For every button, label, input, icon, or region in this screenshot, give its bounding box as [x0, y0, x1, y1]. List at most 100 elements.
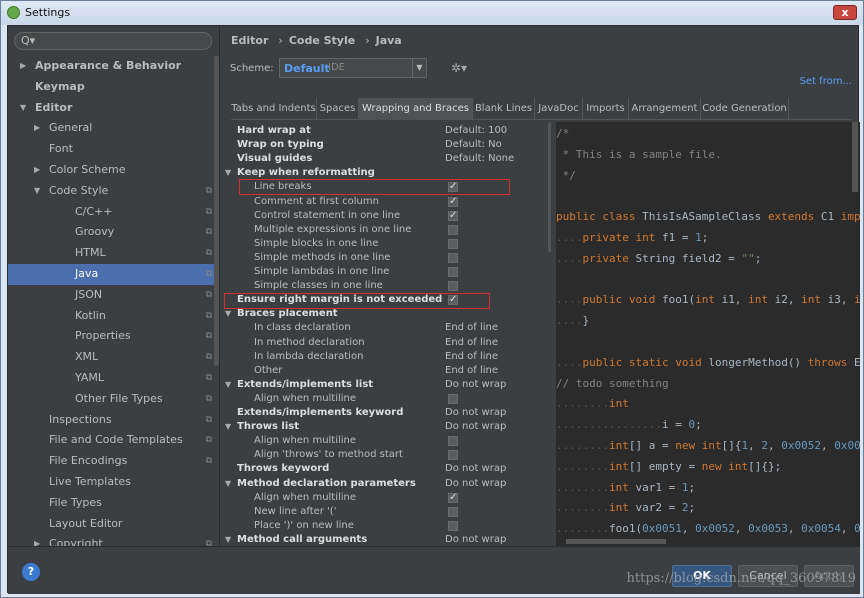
option-row[interactable]: ▼ Method declaration parameters Do not wra… [221, 477, 551, 491]
option-checkbox[interactable] [448, 393, 458, 404]
sidebar-scrollbar[interactable] [214, 56, 219, 366]
option-row[interactable]: Comment at first column [221, 195, 551, 209]
option-row[interactable]: New line after '(' [221, 505, 551, 519]
option-row[interactable]: In lambda declaration End of line [221, 350, 551, 364]
option-value[interactable]: Do not wrap [445, 477, 506, 491]
tab-code-generation[interactable]: Code Generation [701, 98, 789, 120]
sidebar-item-live-templates[interactable]: Live Templates [8, 472, 219, 493]
option-row[interactable]: ▼ Extends/implements list Do not wrap [221, 378, 551, 392]
option-value[interactable]: Do not wrap [445, 420, 506, 434]
sidebar-item-properties[interactable]: Properties ⧉ [8, 326, 219, 347]
option-value[interactable]: End of line [445, 321, 498, 335]
option-row[interactable]: In method declaration End of line [221, 336, 551, 350]
option-row[interactable]: Simple lambdas in one line [221, 265, 551, 279]
option-value[interactable]: Default: No [445, 138, 502, 152]
tab-blank-lines[interactable]: Blank Lines [473, 98, 535, 120]
option-checkbox[interactable] [448, 238, 458, 249]
option-checkbox[interactable] [448, 252, 458, 263]
sidebar-item-layout-editor[interactable]: Layout Editor [8, 514, 219, 535]
chevron-down-icon[interactable]: ▼ [225, 378, 231, 392]
sidebar-item-file-encodings[interactable]: File Encodings ⧉ [8, 451, 219, 472]
option-value[interactable]: Do not wrap [445, 378, 506, 392]
chevron-down-icon[interactable]: ▼ [225, 533, 231, 546]
option-row[interactable]: ▼ Method call arguments Do not wrap [221, 533, 551, 546]
sidebar-item-xml[interactable]: XML ⧉ [8, 347, 219, 368]
chevron-down-icon[interactable]: ▼ [225, 477, 231, 491]
sidebar-item-general[interactable]: ▶ General [8, 118, 219, 139]
option-checkbox[interactable] [448, 450, 458, 461]
option-checkbox[interactable] [448, 209, 458, 223]
sidebar-item-color-scheme[interactable]: ▶ Color Scheme [8, 160, 219, 181]
sidebar-item-kotlin[interactable]: Kotlin ⧉ [8, 306, 219, 327]
option-row[interactable]: Align when multiline [221, 392, 551, 406]
option-row[interactable]: Control statement in one line [221, 209, 551, 223]
option-row[interactable]: Extends/implements keyword Do not wrap [221, 406, 551, 420]
option-row[interactable]: Other End of line [221, 364, 551, 378]
option-row[interactable]: Visual guides Default: None [221, 152, 551, 166]
sidebar-item-other-file-types[interactable]: Other File Types ⧉ [8, 389, 219, 410]
option-row[interactable]: In class declaration End of line [221, 321, 551, 335]
close-button[interactable]: x [833, 5, 857, 20]
option-row[interactable]: Multiple expressions in one line [221, 223, 551, 237]
option-value[interactable]: Do not wrap [445, 533, 506, 546]
option-checkbox[interactable] [448, 491, 458, 505]
chevron-down-icon[interactable]: ▼ [225, 166, 231, 180]
sidebar-item-json[interactable]: JSON ⧉ [8, 285, 219, 306]
option-value[interactable]: Do not wrap [445, 406, 506, 420]
sidebar-item-appearance-behavior[interactable]: ▶ Appearance & Behavior [8, 56, 219, 77]
tab-javadoc[interactable]: JavaDoc [535, 98, 583, 120]
sidebar-item-java[interactable]: Java ⧉ [8, 263, 219, 285]
option-row[interactable]: Wrap on typing Default: No [221, 138, 551, 152]
sidebar-item-copyright[interactable]: ▶ Copyright ⧉ [8, 534, 219, 546]
option-row[interactable]: Align when multiline [221, 491, 551, 505]
option-row[interactable]: Place ')' on new line [221, 519, 551, 533]
sidebar-item-groovy[interactable]: Groovy ⧉ [8, 222, 219, 243]
sidebar-item-font[interactable]: Font [8, 139, 219, 160]
sidebar-item-keymap[interactable]: Keymap [8, 77, 219, 98]
sidebar-item-c-c-[interactable]: C/C++ ⧉ [8, 202, 219, 223]
sidebar-item-html[interactable]: HTML ⧉ [8, 243, 219, 264]
sidebar-item-code-style[interactable]: ▼ Code Style ⧉ [8, 181, 219, 202]
option-value[interactable]: Do not wrap [445, 462, 506, 476]
option-row[interactable]: Simple blocks in one line [221, 237, 551, 251]
option-row[interactable]: Simple methods in one line [221, 251, 551, 265]
option-checkbox[interactable] [448, 520, 458, 531]
option-checkbox[interactable] [448, 224, 458, 235]
option-label: Simple blocks in one line [254, 237, 379, 249]
sidebar-item-editor[interactable]: ▼ Editor [8, 98, 219, 119]
sidebar-item-yaml[interactable]: YAML ⧉ [8, 368, 219, 389]
option-value[interactable]: End of line [445, 336, 498, 350]
option-value[interactable]: End of line [445, 350, 498, 364]
tab-arrangement[interactable]: Arrangement [629, 98, 701, 120]
sidebar-item-file-types[interactable]: File Types [8, 493, 219, 514]
chevron-down-icon[interactable]: ▼ [225, 420, 231, 434]
option-checkbox[interactable] [448, 506, 458, 517]
sidebar-item-file-and-code-templates[interactable]: File and Code Templates ⧉ [8, 430, 219, 451]
option-row[interactable]: Align when multiline [221, 434, 551, 448]
tab-imports[interactable]: Imports [583, 98, 629, 120]
option-row[interactable]: Simple classes in one line [221, 279, 551, 293]
option-value[interactable]: End of line [445, 364, 498, 378]
option-value[interactable]: Default: 100 [445, 124, 507, 138]
option-row[interactable]: Align 'throws' to method start [221, 448, 551, 462]
search-input[interactable]: Q▾ [14, 32, 212, 50]
set-from-link[interactable]: Set from... [800, 76, 852, 87]
option-value[interactable]: Default: None [445, 152, 514, 166]
sidebar-item-label: Keymap [35, 79, 85, 93]
gear-icon[interactable]: ✲▾ [451, 61, 467, 75]
tab-tabs-and-indents[interactable]: Tabs and Indents [231, 98, 317, 120]
option-row[interactable]: ▼ Throws list Do not wrap [221, 420, 551, 434]
scheme-dropdown[interactable]: Default IDE ▼ [279, 58, 427, 78]
option-checkbox[interactable] [448, 436, 458, 447]
option-checkbox[interactable] [448, 267, 458, 277]
option-checkbox[interactable] [448, 195, 458, 209]
option-row[interactable]: Throws keyword Do not wrap [221, 462, 551, 476]
preview-scrollbar[interactable] [852, 122, 858, 192]
option-row[interactable]: Hard wrap at Default: 100 [221, 124, 551, 138]
chevron-down-icon[interactable]: ▼ [225, 307, 231, 321]
tab-wrapping-and-braces[interactable]: Wrapping and Braces [359, 98, 473, 120]
sidebar-item-inspections[interactable]: Inspections ⧉ [8, 410, 219, 431]
tab-spaces[interactable]: Spaces [317, 98, 359, 120]
help-icon[interactable]: ? [22, 563, 40, 581]
option-checkbox[interactable] [448, 281, 458, 292]
